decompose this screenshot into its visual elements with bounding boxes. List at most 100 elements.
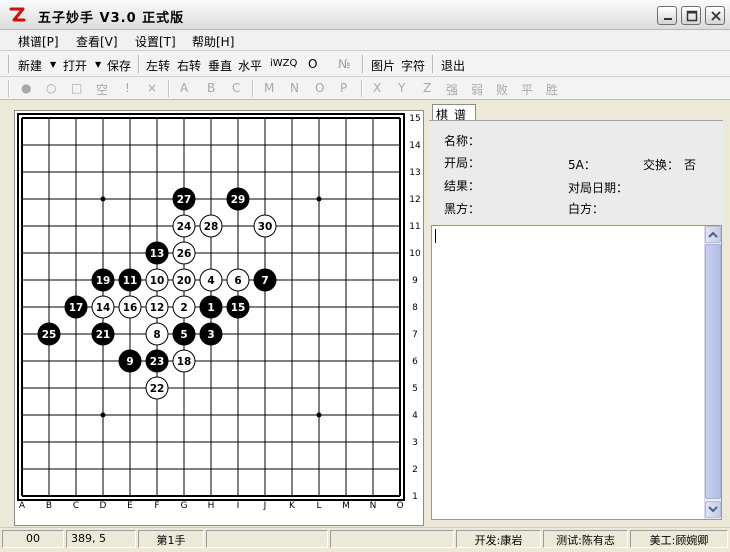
iwzq-button[interactable]: iWZQ (270, 58, 297, 69)
row-label: 14 (409, 141, 421, 151)
white-stone-tool[interactable]: ○ (46, 81, 56, 95)
move-number: 9 (126, 356, 133, 368)
row-label: 5 (412, 384, 418, 394)
text-caret (435, 229, 436, 243)
toolbar-separator (168, 80, 170, 97)
five-a-label: 5A： (568, 158, 596, 172)
logo-icon (9, 7, 26, 22)
chevron-down-icon (708, 506, 718, 513)
menu-game-record[interactable]: 棋谱[P] (18, 33, 59, 50)
tab-game-record[interactable]: 棋谱 (432, 104, 476, 122)
label-p-tool[interactable]: P (340, 81, 347, 95)
win-tool[interactable]: 胜 (546, 81, 558, 98)
move-number: 3 (207, 329, 214, 341)
label-a-tool[interactable]: A (180, 81, 188, 95)
move-number: 14 (96, 302, 111, 314)
minimize-icon (664, 18, 672, 20)
notes-scrollbar[interactable] (704, 226, 721, 519)
label-y-tool[interactable]: Y (398, 81, 405, 95)
label-n-tool[interactable]: N (290, 81, 299, 95)
circle-button[interactable]: O (308, 57, 317, 71)
column-label: N (370, 501, 377, 511)
toolbar-separator (252, 80, 254, 97)
label-o-tool[interactable]: O (315, 81, 324, 95)
row-label: 1 (412, 492, 418, 502)
mark-toolbar: ● ○ □ 空 ! × A B C M N O P X Y Z 强 弱 败 平 … (0, 77, 730, 100)
chevron-up-icon (708, 231, 718, 238)
number-button[interactable]: № (338, 57, 350, 71)
strong-tool[interactable]: 强 (446, 81, 458, 98)
label-c-tool[interactable]: C (232, 81, 240, 95)
toolbar-separator (362, 55, 364, 73)
scroll-down-button[interactable] (705, 501, 721, 518)
cross-mark-tool[interactable]: × (147, 81, 157, 95)
status-artist: 美工:顾婉卿 (630, 530, 728, 548)
status-move: 第1手 (138, 530, 204, 548)
save-button[interactable]: 保存 (107, 57, 131, 74)
label-m-tool[interactable]: M (264, 81, 274, 95)
weak-tool[interactable]: 弱 (471, 81, 483, 98)
star-point (100, 412, 106, 418)
move-number: 20 (177, 275, 192, 287)
move-number: 2 (180, 302, 187, 314)
maximize-button[interactable] (681, 6, 701, 25)
menu-settings[interactable]: 设置[T] (135, 33, 176, 50)
move-number: 7 (261, 275, 268, 287)
toolbar-separator (138, 55, 140, 73)
move-number: 5 (180, 329, 187, 341)
flip-vertical-button[interactable]: 垂直 (208, 57, 232, 74)
column-label: H (208, 501, 215, 511)
menu-view[interactable]: 查看[V] (76, 33, 118, 50)
window-title: 五子妙手 V3.0 正式版 (38, 11, 185, 26)
column-label: F (154, 501, 159, 511)
open-dropdown-icon[interactable]: ▼ (95, 60, 101, 69)
move-number: 30 (258, 221, 273, 233)
chars-button[interactable]: 字符 (401, 57, 425, 74)
status-cell-4 (206, 530, 328, 548)
label-b-tool[interactable]: B (207, 81, 215, 95)
move-number: 21 (96, 329, 111, 341)
black-player-label: 黑方： (444, 202, 481, 216)
picture-button[interactable]: 图片 (371, 57, 395, 74)
column-label: G (181, 501, 188, 511)
row-label: 6 (412, 357, 418, 367)
game-info-panel: 名称： 开局： 5A： 交换： 否 结果： 对局日期： 黑方： 白方： (429, 120, 723, 224)
status-developer: 开发:康岩 (456, 530, 541, 548)
rotate-right-button[interactable]: 右转 (177, 57, 201, 74)
black-stone-tool[interactable]: ● (21, 81, 31, 95)
new-dropdown-icon[interactable]: ▼ (50, 60, 56, 69)
toolbar-separator (361, 80, 363, 97)
gomoku-board[interactable]: A B C D E F G H I J K L M N O1514131211109876543211234… (15, 111, 423, 525)
square-mark-tool[interactable]: □ (71, 81, 82, 95)
name-label: 名称： (444, 134, 481, 148)
label-x-tool[interactable]: X (373, 81, 381, 95)
minimize-button[interactable] (657, 6, 677, 25)
flip-horizontal-button[interactable]: 水平 (238, 57, 262, 74)
row-label: 12 (409, 195, 420, 205)
column-label: E (127, 501, 133, 511)
notes-textarea[interactable] (431, 225, 722, 520)
move-number: 29 (231, 194, 246, 206)
row-label: 9 (412, 276, 418, 286)
menu-help[interactable]: 帮助[H] (192, 33, 234, 50)
move-number: 6 (234, 275, 241, 287)
row-label: 13 (409, 168, 420, 178)
rotate-left-button[interactable]: 左转 (146, 57, 170, 74)
move-number: 15 (231, 302, 246, 314)
move-number: 28 (204, 221, 219, 233)
exclaim-mark-tool[interactable]: ! (125, 81, 130, 95)
exit-button[interactable]: 退出 (441, 57, 465, 74)
empty-tool[interactable]: 空 (96, 81, 108, 98)
row-label: 3 (412, 438, 418, 448)
column-label: O (396, 501, 403, 511)
draw-tool[interactable]: 平 (521, 81, 533, 98)
new-button[interactable]: 新建 (18, 57, 42, 74)
open-button[interactable]: 打开 (63, 57, 87, 74)
lose-tool[interactable]: 败 (496, 81, 508, 98)
close-button[interactable] (705, 6, 725, 25)
row-label: 10 (409, 249, 421, 259)
scroll-up-button[interactable] (705, 226, 721, 243)
scroll-thumb[interactable] (705, 244, 721, 499)
label-z-tool[interactable]: Z (423, 81, 431, 95)
toolbar-separator (432, 55, 434, 73)
